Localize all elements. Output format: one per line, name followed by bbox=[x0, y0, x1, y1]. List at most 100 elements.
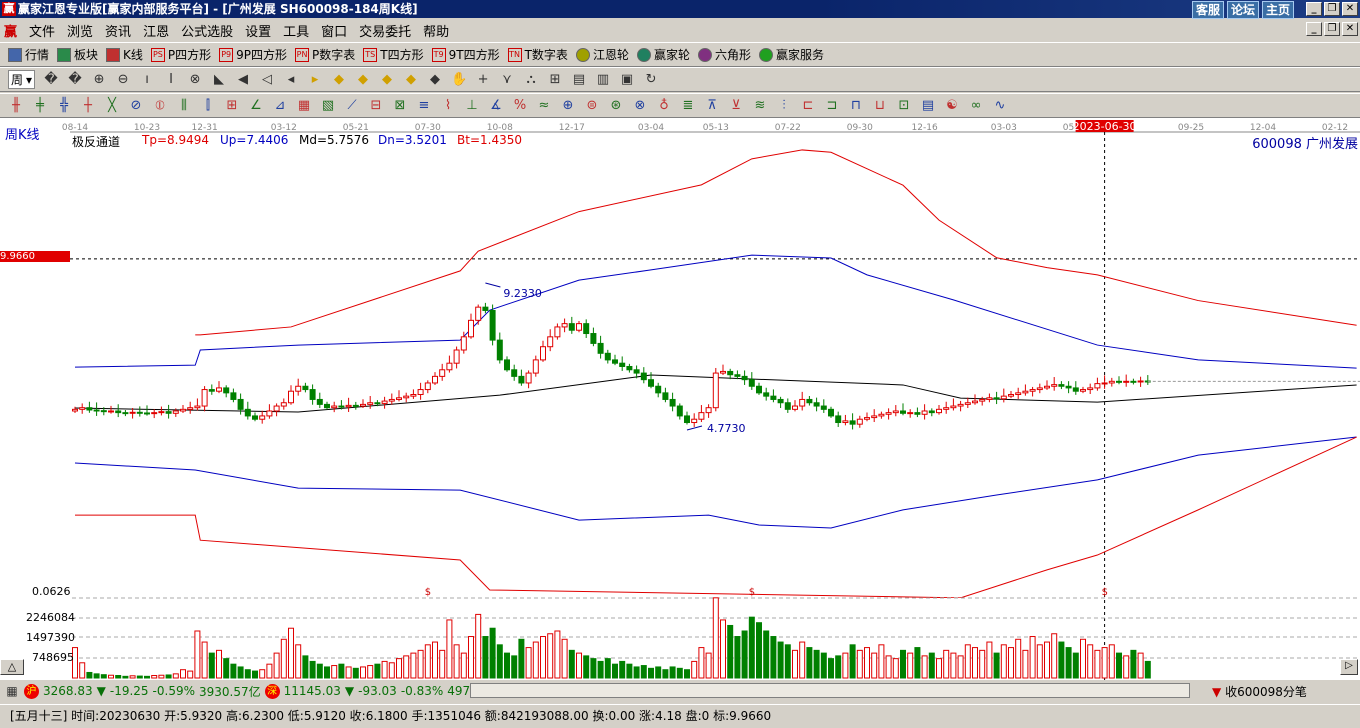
diamond5-icon[interactable]: ◆ bbox=[403, 72, 419, 88]
drawing-tool-12-icon[interactable]: ⊿ bbox=[272, 98, 288, 114]
drawing-tool-15-icon[interactable]: ⟋ bbox=[344, 98, 360, 114]
drawing-tool-32-icon[interactable]: ≋ bbox=[752, 98, 768, 114]
menu-gann[interactable]: 江恩 bbox=[143, 21, 169, 40]
next-icon[interactable]: ◂ bbox=[283, 72, 299, 88]
toolbar-ts-button[interactable]: TS T四方形 bbox=[363, 46, 424, 63]
drawing-tool-34-icon[interactable]: ⊏ bbox=[800, 98, 816, 114]
toolbar-wheel-button[interactable]: 江恩轮 bbox=[575, 46, 629, 63]
menu-tools[interactable]: 工具 bbox=[283, 21, 309, 40]
print-icon[interactable]: ⛬ bbox=[523, 72, 539, 88]
drawing-tool-6-icon[interactable]: ⊘ bbox=[128, 98, 144, 114]
zoom-out-icon[interactable]: ⊕ bbox=[91, 72, 107, 88]
service-link[interactable]: 客服 bbox=[1191, 1, 1224, 19]
save-icon[interactable]: ▥ bbox=[595, 72, 611, 88]
menu-file[interactable]: 文件 bbox=[29, 21, 55, 40]
drawing-tool-24-icon[interactable]: ⊕ bbox=[560, 98, 576, 114]
hand-icon[interactable]: ◆ bbox=[427, 72, 443, 88]
collect-ticks[interactable]: ▼ 收600098分笔 bbox=[1212, 683, 1307, 700]
menu-formula[interactable]: 公式选股 bbox=[181, 21, 233, 40]
trend-icon[interactable]: + bbox=[475, 72, 491, 88]
drawing-tool-30-icon[interactable]: ⊼ bbox=[704, 98, 720, 114]
chart-area[interactable]: 08-14 10-23 12-31 03-12 05-21 07-30 10-08 12-17… bbox=[0, 118, 1360, 680]
toolbar-winner-wheel-button[interactable]: 赢家轮 bbox=[636, 46, 690, 63]
drawing-tool-31-icon[interactable]: ⊻ bbox=[728, 98, 744, 114]
menu-browse[interactable]: 浏览 bbox=[67, 21, 93, 40]
kline-chart[interactable]: 08-14 10-23 12-31 03-12 05-21 07-30 10-08 12-17… bbox=[0, 118, 1360, 680]
diamond4-icon[interactable]: ◆ bbox=[379, 72, 395, 88]
drawing-tool-8-icon[interactable]: ⫼ bbox=[176, 98, 192, 114]
drawing-tool-42-icon[interactable]: ∿ bbox=[992, 98, 1008, 114]
drawing-tool-27-icon[interactable]: ⊗ bbox=[632, 98, 648, 114]
drawing-tool-19-icon[interactable]: ⌇ bbox=[440, 98, 456, 114]
toolbar-ps-button[interactable]: PS P四方形 bbox=[150, 46, 211, 63]
drawing-tool-9-icon[interactable]: ⫿ bbox=[200, 98, 216, 114]
child-minimize-button[interactable]: _ bbox=[1306, 22, 1322, 36]
zoom-in-icon[interactable]: � bbox=[67, 72, 83, 88]
candles-icon[interactable]: ⊖ bbox=[115, 72, 131, 88]
drawing-tool-28-icon[interactable]: ♁ bbox=[656, 98, 672, 114]
drawing-tool-11-icon[interactable]: ∠ bbox=[248, 98, 264, 114]
drawing-tool-33-icon[interactable]: ⫶ bbox=[776, 98, 792, 114]
drawing-tool-37-icon[interactable]: ⊔ bbox=[872, 98, 888, 114]
drawing-tool-29-icon[interactable]: ≣ bbox=[680, 98, 696, 114]
drawing-tool-22-icon[interactable]: % bbox=[512, 98, 528, 114]
drawing-tool-10-icon[interactable]: ⊞ bbox=[224, 98, 240, 114]
prev2-icon[interactable]: ◁ bbox=[259, 72, 275, 88]
drawing-tool-35-icon[interactable]: ⊐ bbox=[824, 98, 840, 114]
drawing-tool-25-icon[interactable]: ⊜ bbox=[584, 98, 600, 114]
drawing-tool-17-icon[interactable]: ⊠ bbox=[392, 98, 408, 114]
drawing-tool-26-icon[interactable]: ⊛ bbox=[608, 98, 624, 114]
menu-trade[interactable]: 交易委托 bbox=[359, 21, 411, 40]
toolbar-t9-button[interactable]: T9 9T四方形 bbox=[431, 46, 500, 63]
toolbar-hexagon-button[interactable]: 六角形 bbox=[697, 46, 751, 63]
prev-icon[interactable]: ◀ bbox=[235, 72, 251, 88]
pointer-icon[interactable]: ı bbox=[139, 72, 155, 88]
crosshair-icon[interactable]: Ⅰ bbox=[163, 72, 179, 88]
home-link[interactable]: 主页 bbox=[1261, 1, 1294, 19]
close-button[interactable]: ✕ bbox=[1342, 2, 1358, 16]
drawing-tool-2-icon[interactable]: ╪ bbox=[32, 98, 48, 114]
toolbar-dollar-button[interactable]: 赢家服务 bbox=[758, 46, 824, 63]
drawing-tool-14-icon[interactable]: ▧ bbox=[320, 98, 336, 114]
diamond2-icon[interactable]: ◆ bbox=[331, 72, 347, 88]
color-icon[interactable]: ⊗ bbox=[187, 72, 203, 88]
toolbar-blocks-button[interactable]: 板块 bbox=[57, 46, 98, 63]
drawing-tool-23-icon[interactable]: ≈ bbox=[536, 98, 552, 114]
cursor-icon[interactable]: � bbox=[43, 72, 59, 88]
gann-fan-icon[interactable]: ⋎ bbox=[499, 72, 515, 88]
drawing-tool-3-icon[interactable]: ╬ bbox=[56, 98, 72, 114]
scroll-right-button[interactable]: ▷ bbox=[1340, 659, 1358, 675]
truck-icon[interactable]: ↻ bbox=[643, 72, 659, 88]
diamond3-icon[interactable]: ◆ bbox=[355, 72, 371, 88]
drawing-tool-40-icon[interactable]: ☯ bbox=[944, 98, 960, 114]
drawing-tool-1-icon[interactable]: ╫ bbox=[8, 98, 24, 114]
toolbar-tn-button[interactable]: TN T数字表 bbox=[507, 46, 568, 63]
toolbar-p9-button[interactable]: P9 9P四方形 bbox=[219, 46, 287, 63]
menu-news[interactable]: 资讯 bbox=[105, 21, 131, 40]
drawing-tool-20-icon[interactable]: ⊥ bbox=[464, 98, 480, 114]
child-restore-button[interactable]: ❐ bbox=[1324, 22, 1340, 36]
drawing-tool-39-icon[interactable]: ▤ bbox=[920, 98, 936, 114]
drawing-tool-16-icon[interactable]: ⊟ bbox=[368, 98, 384, 114]
child-close-button[interactable]: ✕ bbox=[1342, 22, 1358, 36]
drawing-tool-36-icon[interactable]: ⊓ bbox=[848, 98, 864, 114]
toolbar-pn-button[interactable]: PN P数字表 bbox=[295, 46, 355, 63]
drawing-tool-5-icon[interactable]: ╳ bbox=[104, 98, 120, 114]
period-select[interactable]: 周 ▾ bbox=[8, 70, 36, 89]
drawing-tool-18-icon[interactable]: ≡ bbox=[416, 98, 432, 114]
menu-help[interactable]: 帮助 bbox=[423, 21, 449, 40]
plus-icon[interactable]: ✋ bbox=[451, 72, 467, 88]
horizontal-scrollbar[interactable] bbox=[470, 683, 1190, 698]
collapse-button[interactable]: △ bbox=[0, 659, 24, 675]
calc-icon[interactable]: ⊞ bbox=[547, 72, 563, 88]
diamond1-icon[interactable]: ▸ bbox=[307, 72, 323, 88]
toolbar-grid-button[interactable]: 行情 bbox=[8, 46, 49, 63]
menu-window[interactable]: 窗口 bbox=[321, 21, 347, 40]
forum-link[interactable]: 论坛 bbox=[1226, 1, 1259, 19]
menu-settings[interactable]: 设置 bbox=[245, 21, 271, 40]
calculator-icon[interactable]: ▦ bbox=[4, 683, 20, 699]
drawing-tool-41-icon[interactable]: ∞ bbox=[968, 98, 984, 114]
drawing-tool-21-icon[interactable]: ∡ bbox=[488, 98, 504, 114]
export-icon[interactable]: ▤ bbox=[571, 72, 587, 88]
first-icon[interactable]: ◣ bbox=[211, 72, 227, 88]
